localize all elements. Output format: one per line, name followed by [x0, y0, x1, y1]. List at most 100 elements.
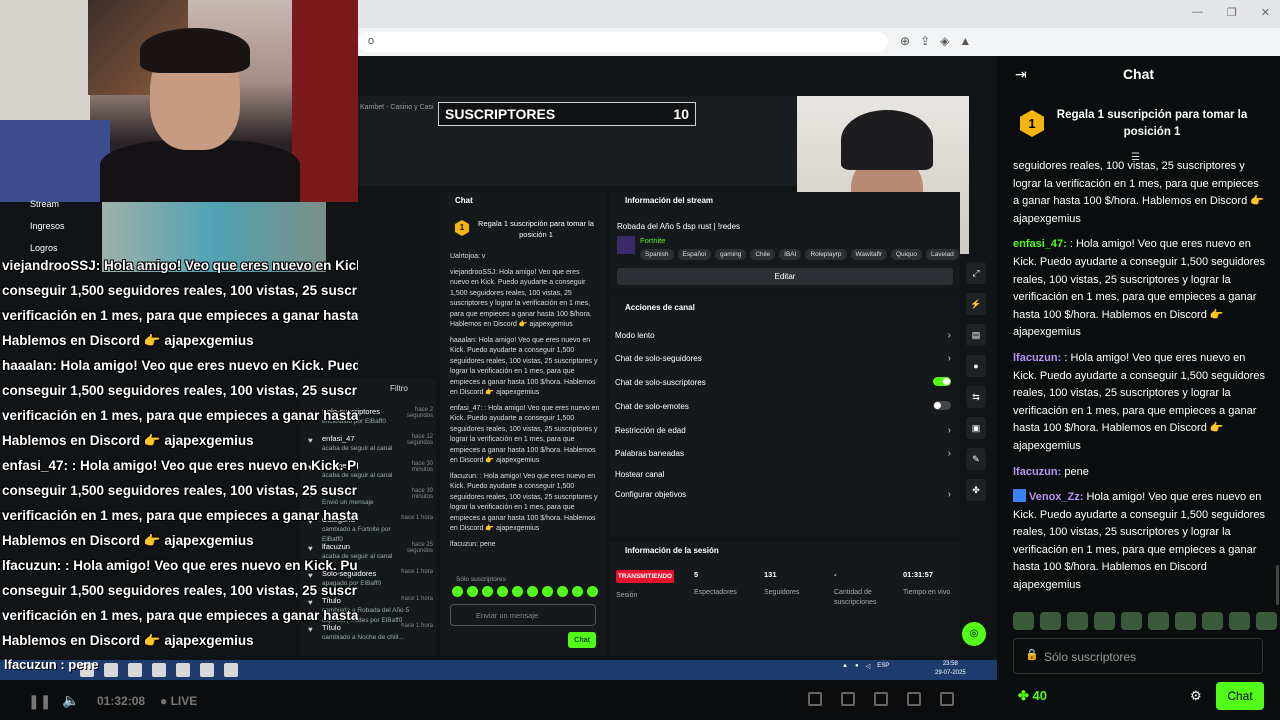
channel-action-row[interactable]: Chat de solo-suscriptores: [615, 377, 955, 387]
tray-up-icon[interactable]: ▲: [842, 663, 848, 670]
emote[interactable]: [542, 586, 553, 597]
menu-item-stream[interactable]: Stream: [30, 199, 59, 209]
dashboard-chat-input[interactable]: Enviar un mensaje: [450, 604, 596, 626]
chat-settings-icon[interactable]: ⚙: [1190, 688, 1202, 704]
guest-cap: [841, 110, 933, 170]
emote[interactable]: [1094, 612, 1115, 630]
channel-points[interactable]: ✤ 40: [1018, 688, 1047, 704]
chat-bubble-icon[interactable]: ●: [966, 355, 986, 377]
emote[interactable]: [482, 586, 493, 597]
volume-icon[interactable]: ◁: [866, 663, 871, 670]
emote[interactable]: [572, 586, 583, 597]
raid-icon[interactable]: ⇆: [966, 386, 986, 408]
clip-icon[interactable]: [841, 692, 855, 706]
activity-time: hace 1 hora: [401, 515, 433, 521]
pip-icon[interactable]: [808, 692, 822, 706]
chat-message: lfacuzun: pene: [450, 540, 496, 548]
obs-icon[interactable]: [128, 663, 142, 677]
channel-action-row[interactable]: Configurar objetivos ›: [615, 489, 955, 500]
alert-icon[interactable]: ▲: [959, 34, 971, 48]
trash-icon[interactable]: ▣: [966, 417, 986, 439]
channel-action-label: Configurar objetivos: [615, 490, 687, 499]
settings-icon[interactable]: [940, 692, 954, 706]
minimize-icon[interactable]: —: [1192, 6, 1203, 19]
chat-username[interactable]: Venox_Zz:: [1029, 491, 1083, 503]
channel-action-row[interactable]: Chat de solo-emotes: [615, 401, 955, 411]
activity-time: hace 25 segundos: [406, 542, 433, 554]
chat-scrollbar[interactable]: [1276, 565, 1279, 605]
language-indicator[interactable]: ESP: [877, 663, 889, 670]
app-icon[interactable]: [176, 663, 190, 677]
activity-filter[interactable]: Filtro: [390, 384, 408, 393]
share-icon[interactable]: ⇪: [920, 34, 930, 48]
zoom-icon[interactable]: ⊕: [900, 34, 910, 48]
facebook-icon[interactable]: [224, 663, 238, 677]
live-status-badge: TRANSMITIENDO: [616, 570, 674, 583]
note-icon[interactable]: ▤: [966, 324, 986, 346]
shield-icon[interactable]: ◈: [940, 34, 949, 48]
discord-icon[interactable]: [200, 663, 214, 677]
chat-title: Chat: [1122, 66, 1155, 82]
restore-icon[interactable]: ❐: [1227, 6, 1237, 19]
taskbar-clock[interactable]: 23:58 29-07-2025: [935, 660, 966, 678]
channel-actions-title: Acciones de canal: [625, 303, 695, 312]
edit-stream-button[interactable]: Editar: [617, 268, 953, 285]
address-bar-icons: ⊕ ⇪ ◈ ▲: [900, 34, 971, 48]
opera-icon[interactable]: [152, 663, 166, 677]
channel-action-row[interactable]: Restricción de edad ›: [615, 425, 955, 436]
address-bar[interactable]: o: [358, 32, 888, 52]
emote[interactable]: [557, 586, 568, 597]
emote[interactable]: [1121, 612, 1142, 630]
channel-action-row[interactable]: Modo lento ›: [615, 330, 955, 341]
emote[interactable]: [467, 586, 478, 597]
tag: Wawitaflr: [850, 249, 887, 260]
overlay-chat-line: verificación en 1 mes, para que empieces…: [2, 308, 358, 323]
emote[interactable]: [1202, 612, 1223, 630]
chat-input[interactable]: Sólo suscriptores: [1013, 638, 1263, 674]
tag: gaming: [715, 249, 747, 260]
channel-action-row[interactable]: Palabras baneadas ›: [615, 448, 955, 459]
chat-username[interactable]: enfasi_47:: [1013, 238, 1067, 250]
emote[interactable]: [497, 586, 508, 597]
bolt-icon[interactable]: ⚡: [966, 293, 986, 315]
pause-icon[interactable]: ❚❚: [28, 693, 51, 710]
wrench-icon[interactable]: ✎: [966, 448, 986, 470]
toggle-switch[interactable]: [933, 377, 951, 386]
chat-send-button[interactable]: Chat: [1216, 682, 1264, 710]
emote[interactable]: [1013, 612, 1034, 630]
emote[interactable]: [587, 586, 598, 597]
close-icon[interactable]: ✕: [1261, 6, 1270, 19]
emote[interactable]: [1040, 612, 1061, 630]
menu-item-logros[interactable]: Logros: [30, 243, 58, 253]
channel-action-row[interactable]: Hostear canal: [615, 470, 955, 479]
tag: Chile: [750, 249, 776, 260]
collapse-chat-icon[interactable]: ⇥: [1015, 66, 1027, 83]
chat-username[interactable]: lfacuzun:: [1013, 466, 1061, 478]
emote[interactable]: [1067, 612, 1088, 630]
kick-points-icon[interactable]: ✤: [966, 479, 986, 501]
emote[interactable]: [1229, 612, 1250, 630]
emote[interactable]: [452, 586, 463, 597]
chat-message: enfasi_47: : Hola amigo! Veo que eres nu…: [1013, 236, 1265, 342]
mic-icon[interactable]: ●: [855, 663, 859, 670]
chrome-icon[interactable]: [104, 663, 118, 677]
toggle-switch[interactable]: [933, 401, 951, 410]
browser-tab-strip-right: — ❐ ✕: [997, 0, 1280, 28]
emote[interactable]: [1256, 612, 1277, 630]
fullscreen-icon[interactable]: [907, 692, 921, 706]
stream-category[interactable]: Fortnite: [640, 236, 665, 245]
channel-action-row[interactable]: Chat de solo-seguidores ›: [615, 353, 955, 364]
emote[interactable]: [527, 586, 538, 597]
activity-time: hace 1 hora: [401, 569, 433, 575]
expand-icon[interactable]: ⤢: [966, 262, 986, 284]
menu-item-ingresos[interactable]: Ingresos: [30, 221, 65, 231]
chat-username[interactable]: lfacuzun:: [1013, 352, 1061, 364]
theater-icon[interactable]: [874, 692, 888, 706]
live-indicator: ● LIVE: [160, 694, 198, 708]
help-icon[interactable]: ◎: [962, 622, 986, 646]
emote[interactable]: [1148, 612, 1169, 630]
emote[interactable]: [512, 586, 523, 597]
emote[interactable]: [1175, 612, 1196, 630]
volume-icon[interactable]: 🔈: [62, 692, 79, 709]
dashboard-chat-send-button[interactable]: Chat: [568, 632, 596, 648]
